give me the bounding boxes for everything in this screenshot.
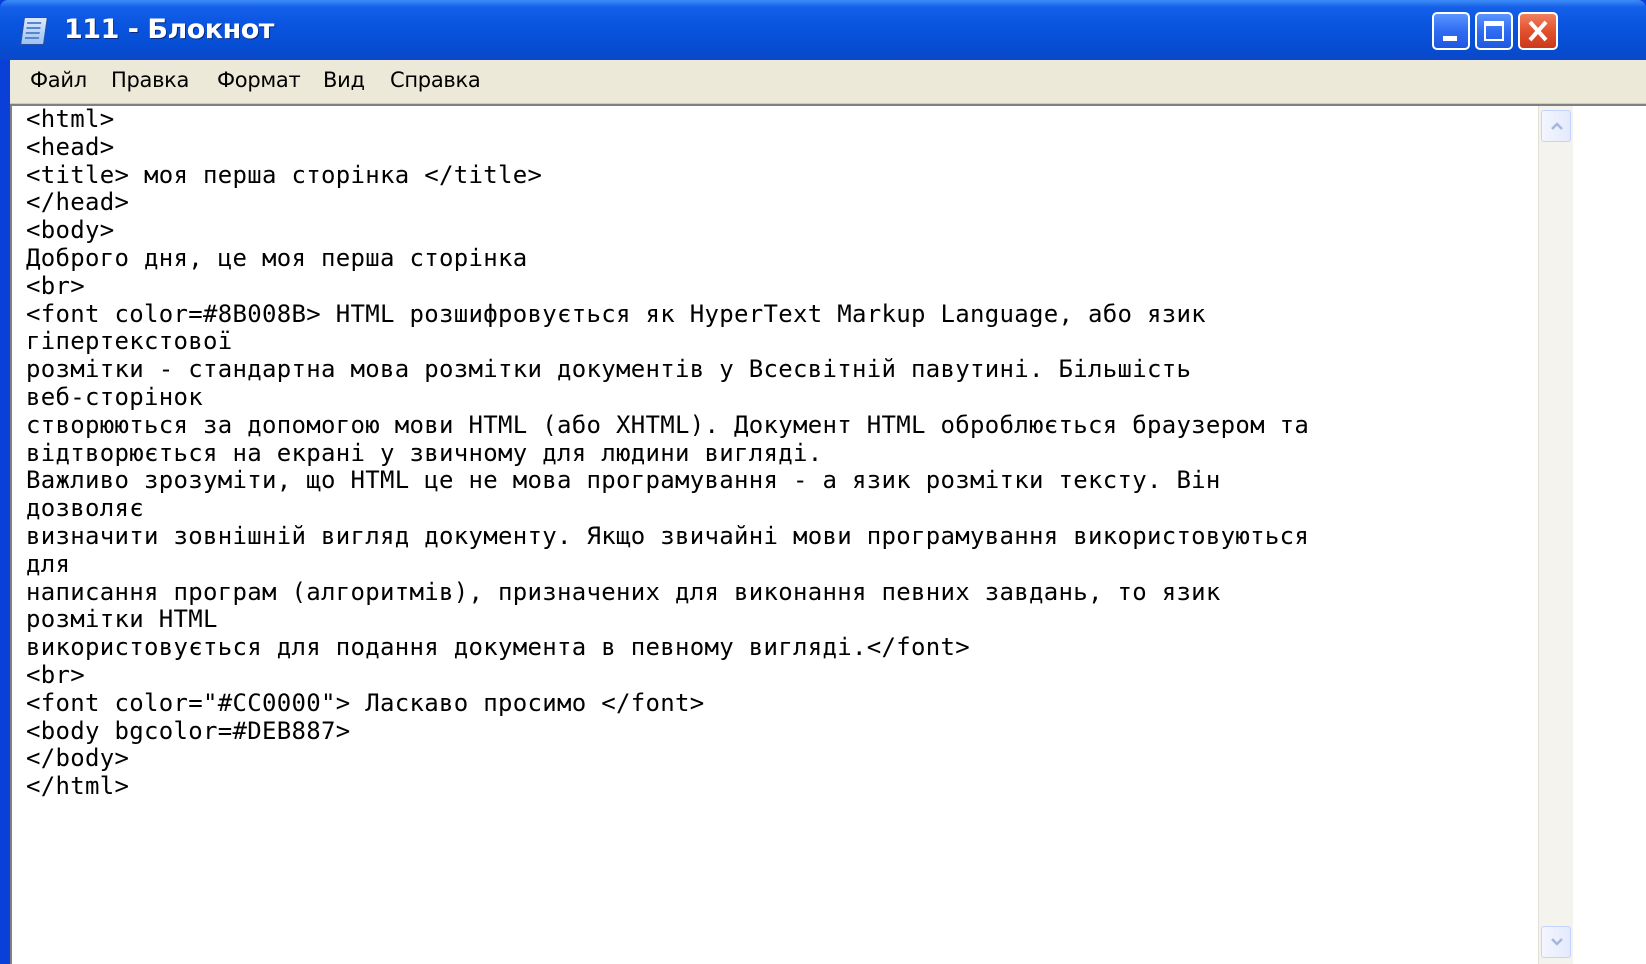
text-editor: <html> <head> <title> моя перша сторінка… (10, 104, 1646, 964)
menu-edit[interactable]: Правка (111, 68, 189, 92)
chevron-down-icon (1551, 938, 1563, 946)
chevron-up-icon (1551, 122, 1563, 130)
menu-bar: Файл Правка Формат Вид Справка (10, 60, 1646, 104)
close-button[interactable] (1518, 12, 1558, 50)
vertical-scrollbar[interactable] (1538, 106, 1573, 964)
window-title: 111 - Блокнот (64, 14, 274, 45)
maximize-icon (1484, 21, 1504, 41)
notepad-window: 111 - Блокнот Файл Правка Формат Вид Спр… (0, 0, 1646, 964)
minimize-button[interactable] (1432, 12, 1470, 50)
close-icon (1528, 20, 1548, 42)
notepad-icon[interactable] (20, 17, 48, 45)
minimize-icon (1443, 36, 1457, 41)
scroll-down-button[interactable] (1541, 926, 1571, 958)
menu-format[interactable]: Формат (217, 68, 301, 92)
menu-help[interactable]: Справка (390, 68, 481, 92)
maximize-button[interactable] (1475, 12, 1513, 50)
title-bar[interactable]: 111 - Блокнот (0, 0, 1646, 60)
menu-view[interactable]: Вид (323, 68, 365, 92)
editor-text[interactable]: <html> <head> <title> моя перша сторінка… (26, 106, 1526, 956)
scroll-up-button[interactable] (1541, 110, 1571, 142)
menu-file[interactable]: Файл (30, 68, 87, 92)
